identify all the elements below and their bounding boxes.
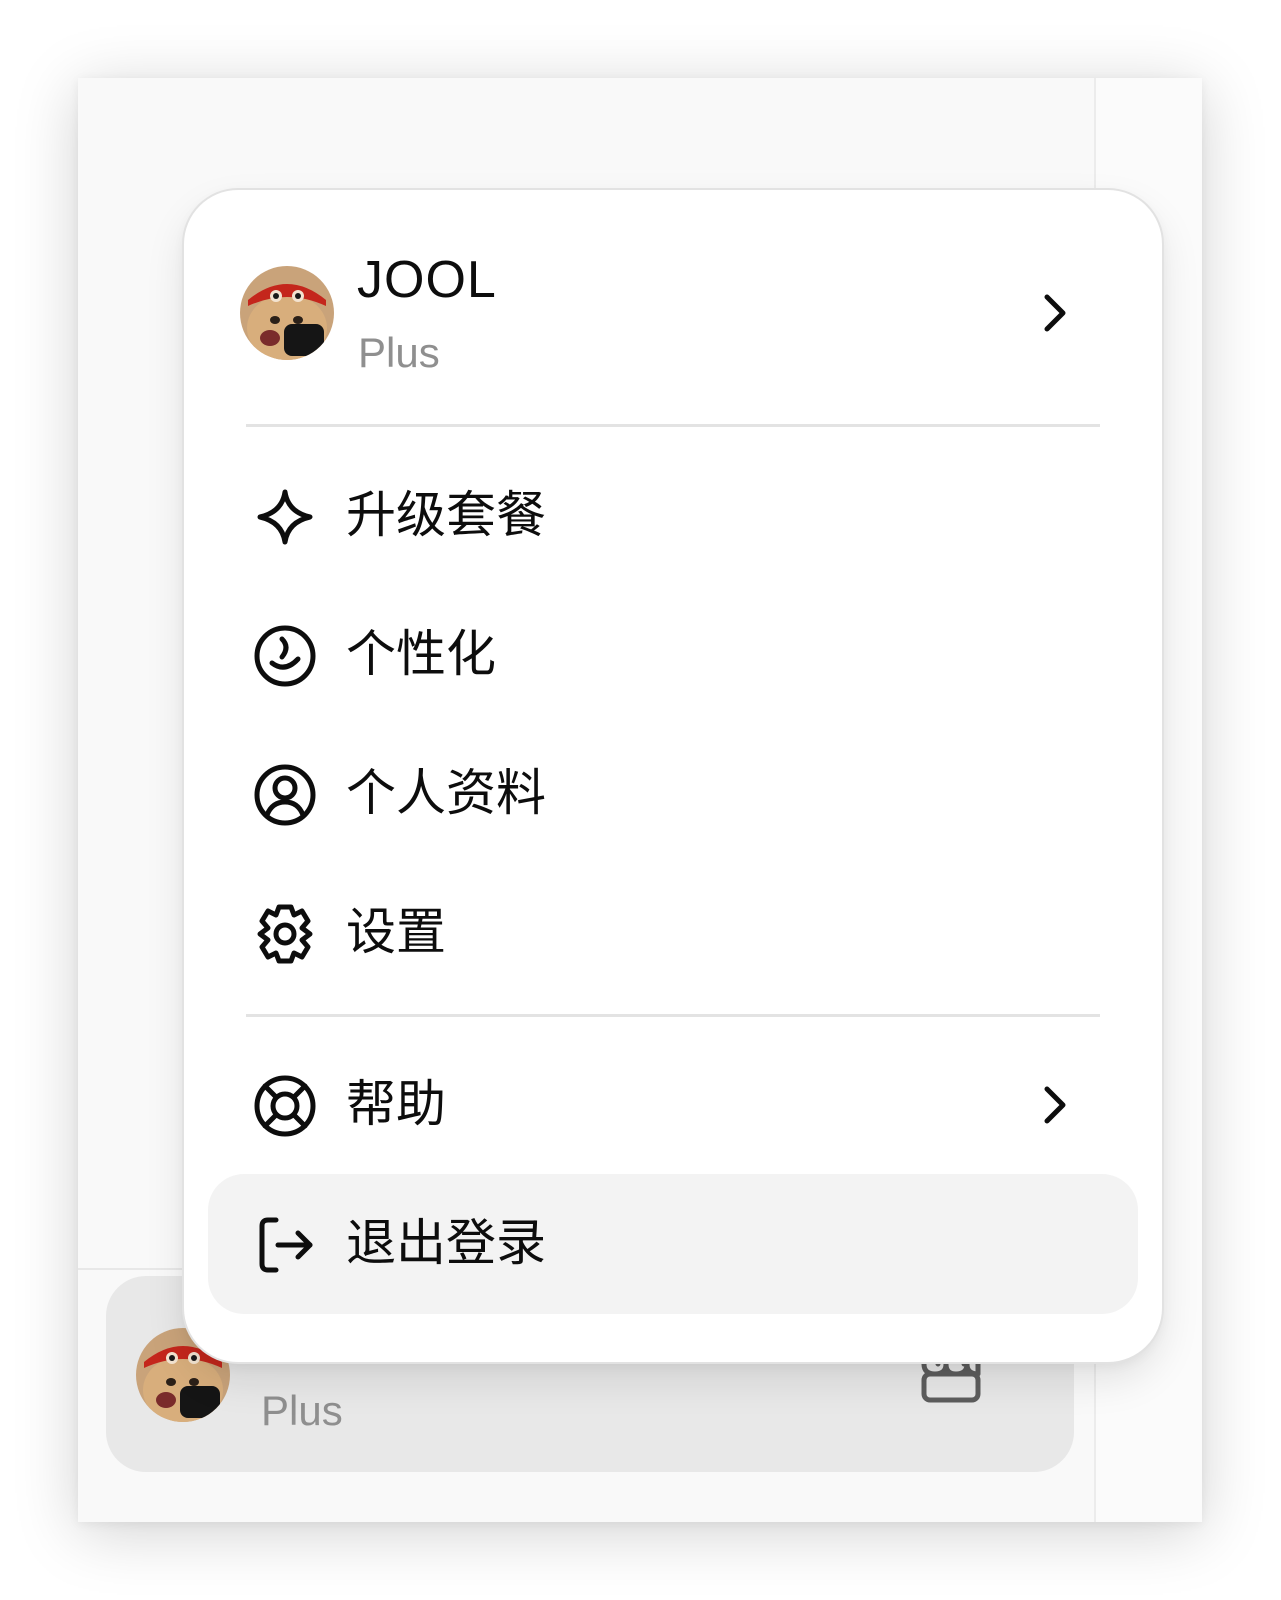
- menu-item-label: 设置: [346, 903, 446, 961]
- app-window: JOOL Plus: [78, 78, 1202, 1522]
- sidebar-user-plan: Plus: [261, 1387, 343, 1434]
- personalize-icon: [252, 623, 318, 689]
- menu-item-label: 升级套餐: [346, 486, 546, 544]
- menu-item-logout[interactable]: 退出登录: [208, 1174, 1138, 1314]
- menu-item-label: 退出登录: [346, 1214, 546, 1272]
- menu-user-header[interactable]: JOOL Plus: [184, 190, 1162, 430]
- menu-separator: [246, 1014, 1100, 1017]
- menu-item-upgrade[interactable]: 升级套餐: [208, 446, 1138, 586]
- menu-item-personalize[interactable]: 个性化: [208, 585, 1138, 725]
- logout-icon: [252, 1212, 318, 1278]
- account-menu: JOOL Plus 升级套餐 个性化 个人资料 设置 帮助 退出登录: [184, 190, 1162, 1362]
- menu-separator: [246, 424, 1100, 427]
- menu-item-label: 帮助: [346, 1075, 446, 1133]
- menu-user-plan: Plus: [358, 329, 440, 376]
- chevron-right-icon: [1034, 293, 1074, 333]
- sparkle-icon: [252, 484, 318, 550]
- menu-user-name: JOOL: [357, 251, 497, 309]
- avatar: [240, 266, 334, 360]
- menu-item-label: 个性化: [346, 625, 496, 683]
- menu-item-help[interactable]: 帮助: [208, 1035, 1138, 1175]
- lifebuoy-icon: [252, 1073, 318, 1139]
- menu-item-settings[interactable]: 设置: [208, 863, 1138, 1003]
- user-circle-icon: [252, 762, 318, 828]
- menu-item-profile[interactable]: 个人资料: [208, 724, 1138, 864]
- dog-avatar-icon: [240, 266, 334, 360]
- chevron-right-icon: [1034, 1085, 1074, 1125]
- menu-item-label: 个人资料: [346, 764, 546, 822]
- gear-icon: [252, 901, 318, 967]
